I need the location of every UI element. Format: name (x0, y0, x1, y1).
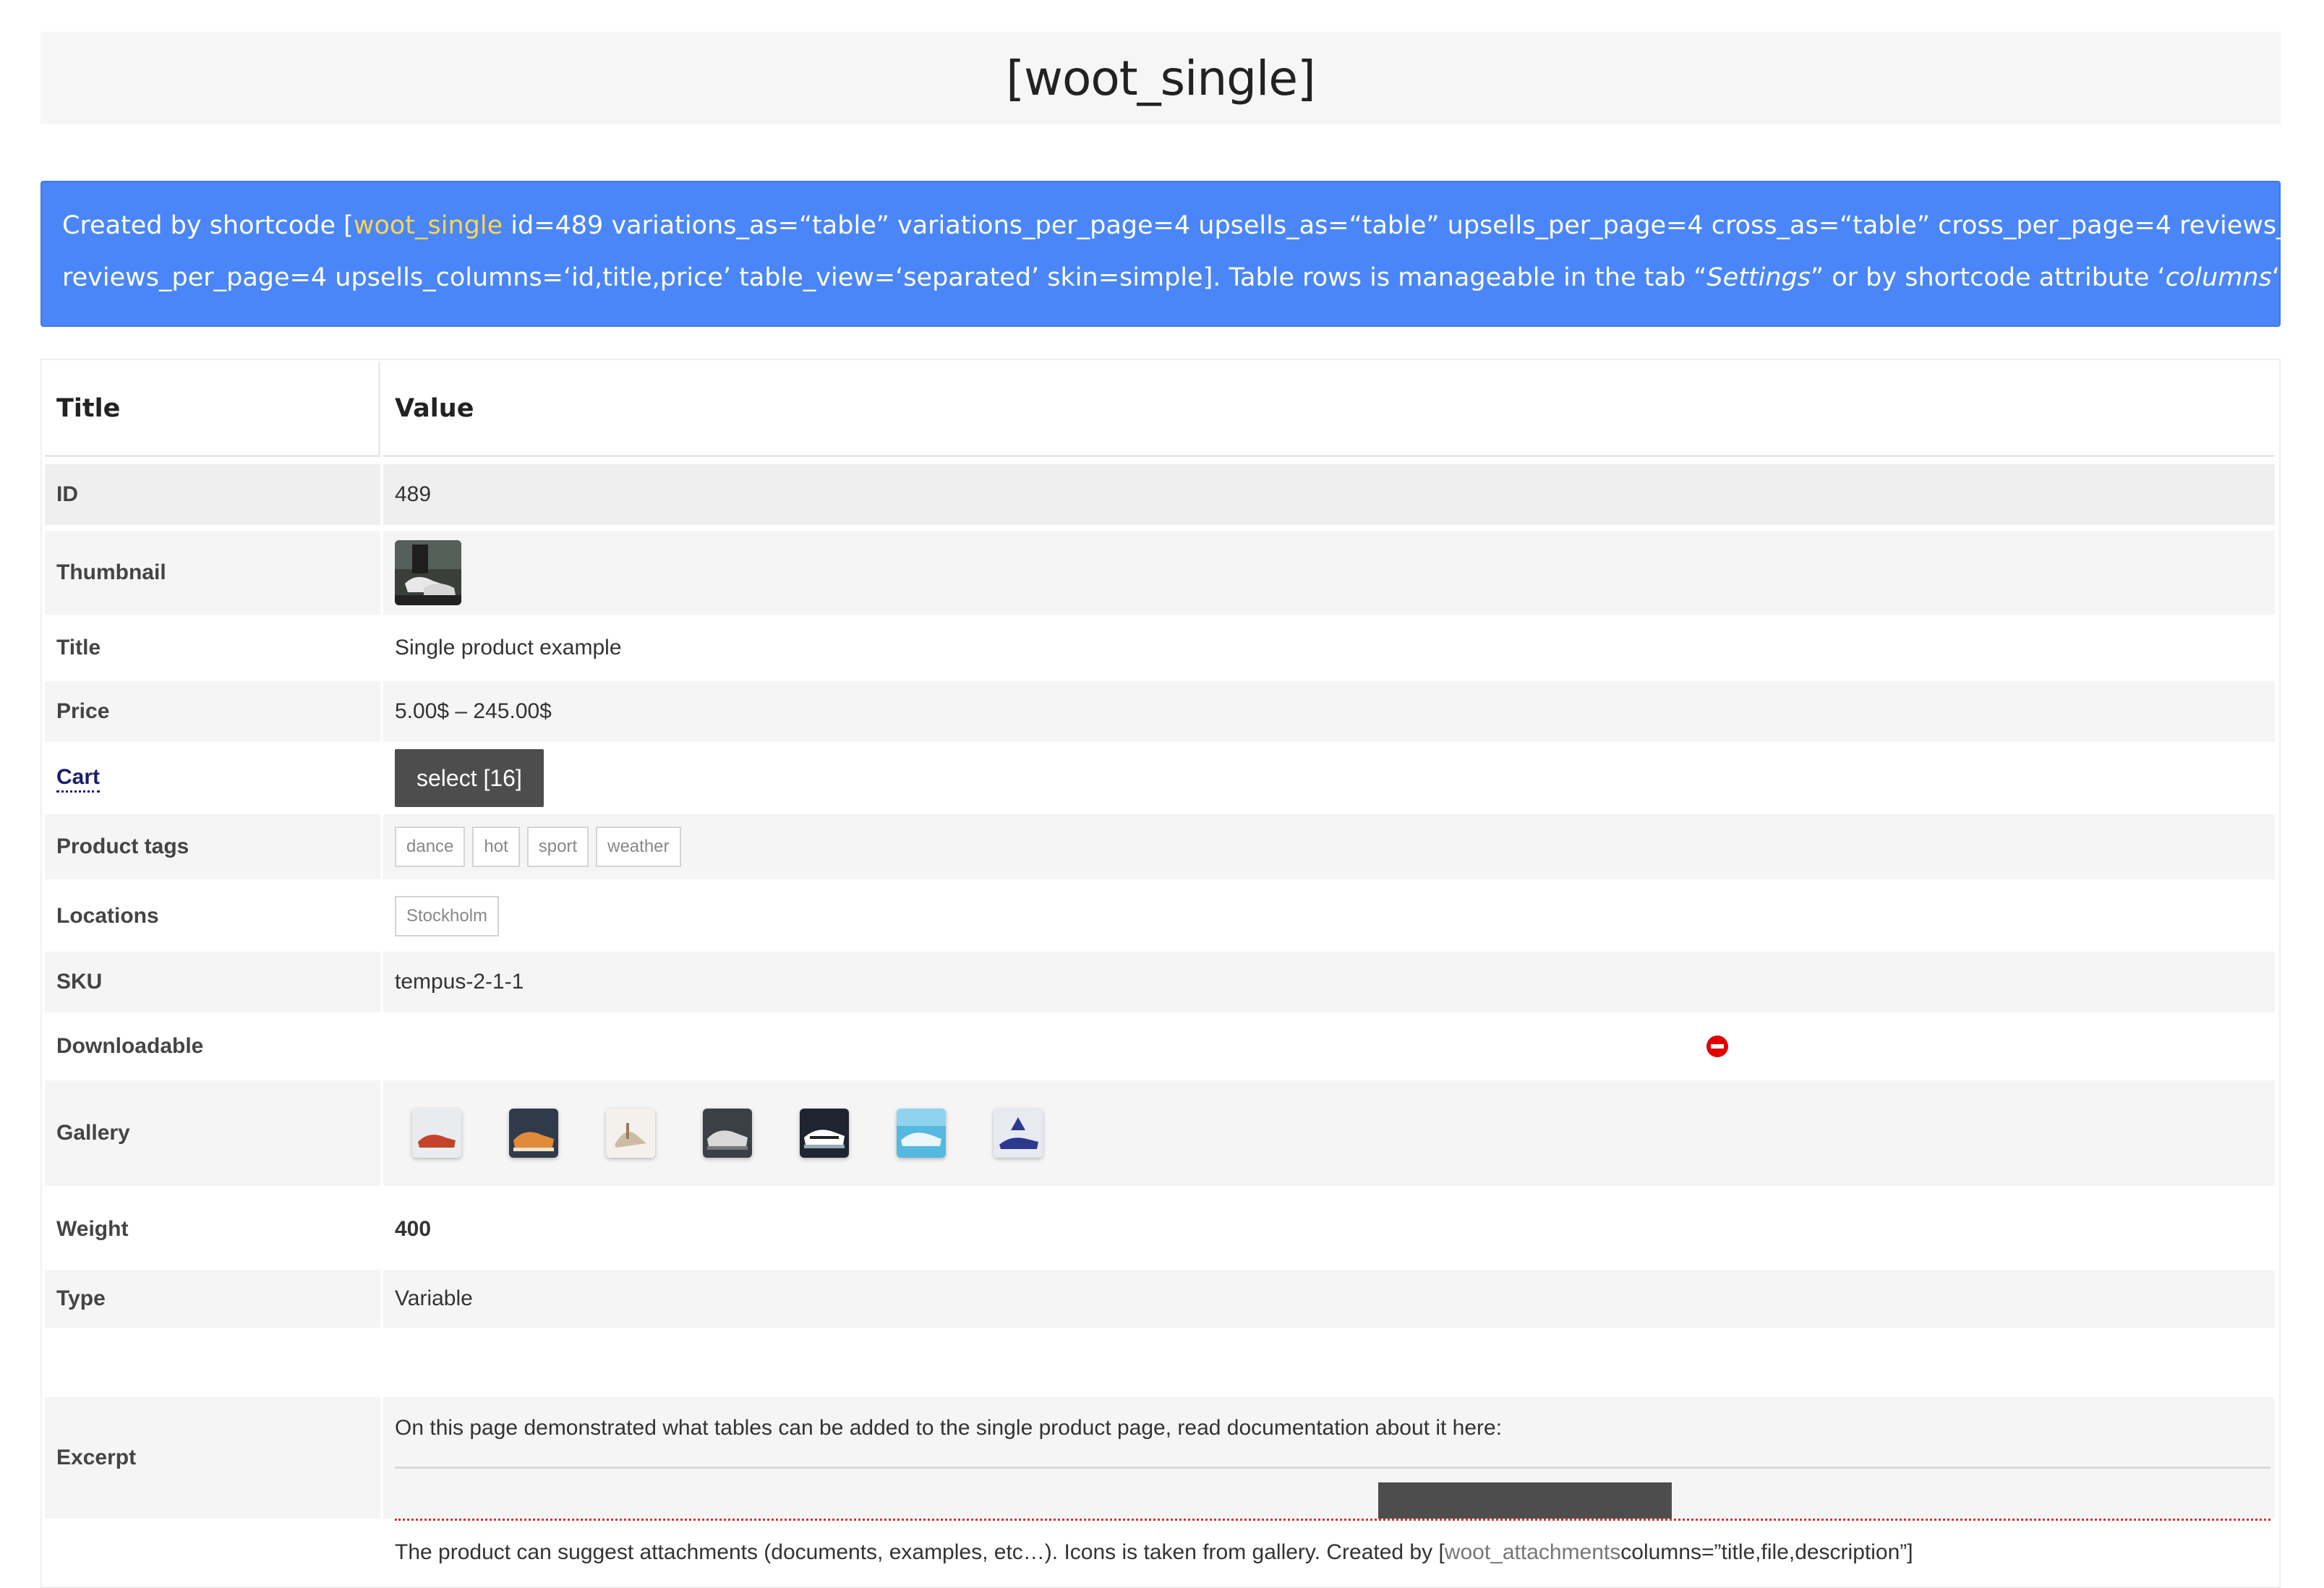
table-row-excerpt: Excerpt On this page demonstrated what t… (45, 1397, 2275, 1521)
page-title-bar: [woot_single] (40, 32, 2281, 124)
row-label: SKU (45, 952, 380, 1012)
page-title: [woot_single] (1006, 50, 1316, 106)
excerpt-text: On this page demonstrated what tables ca… (395, 1416, 1503, 1440)
table-header-row: Title Value (45, 362, 2275, 457)
shortcode-link[interactable]: woot_single (354, 211, 503, 240)
table-row-product-tags: Product tags dance hot sport weather (45, 814, 2275, 879)
table-row-weight: Weight 400 (45, 1192, 2275, 1267)
header-value: Value (383, 362, 2275, 457)
product-single-table: Title Value ID 489 Thumbnail Title Singl… (40, 359, 2281, 1588)
row-label: Content (45, 1521, 380, 1587)
row-label: Locations (56, 904, 159, 928)
gallery-image[interactable] (606, 1109, 655, 1158)
table-row-title: Title Single product example (45, 619, 2275, 677)
row-label: Excerpt (45, 1397, 380, 1519)
table-row-downloadable: Downloadable (45, 1015, 2275, 1077)
table-row-price: Price 5.00$ – 245.00$ (45, 681, 2275, 742)
table-row-id: ID 489 (45, 464, 2275, 525)
sku-value: tempus-2-1-1 (383, 952, 2275, 1012)
row-label: Gallery (45, 1080, 380, 1186)
tag-sport[interactable]: sport (526, 827, 589, 867)
table-row-thumbnail: Thumbnail (45, 531, 2275, 615)
embedded-button[interactable] (1378, 1482, 1672, 1519)
gallery-image[interactable] (703, 1109, 752, 1158)
row-label: Title (56, 636, 101, 659)
gallery-image[interactable] (509, 1109, 558, 1158)
content-value: The product can suggest attachments (doc… (395, 1540, 1913, 1565)
table-row-cart: Cart select [16] (45, 745, 2275, 811)
info-line-2: reviews_per_page=4 upsells_columns=‘id,t… (62, 263, 2280, 292)
table-row-content: Content The product can suggest attachme… (45, 1521, 2275, 1587)
tag-weather[interactable]: weather (596, 827, 681, 867)
select-variations-button[interactable]: select [16] (395, 749, 544, 807)
weight-value: 400 (395, 1217, 432, 1241)
row-label: Weight (56, 1217, 129, 1241)
product-thumbnail-image[interactable] (395, 540, 461, 605)
no-entry-icon (1706, 1036, 1728, 1057)
row-label: Type (45, 1270, 380, 1328)
price-value: 5.00$ – 245.00$ (383, 681, 2275, 742)
table-row-gallery: Gallery (45, 1080, 2275, 1186)
gallery-image[interactable] (800, 1109, 849, 1158)
tag-hot[interactable]: hot (472, 827, 520, 867)
gallery-image[interactable] (897, 1109, 946, 1158)
row-label: ID (45, 464, 380, 525)
table-row-empty (45, 1331, 2275, 1394)
divider (395, 1467, 2270, 1469)
row-label: Price (45, 681, 380, 742)
type-value: Variable (383, 1270, 2275, 1328)
tag-dance[interactable]: dance (395, 827, 466, 867)
location-tag-stockholm[interactable]: Stockholm (395, 896, 500, 936)
row-label: Thumbnail (45, 531, 380, 615)
id-value: 489 (383, 464, 2275, 525)
attachments-shortcode-link[interactable]: woot_attachments (1445, 1540, 1620, 1565)
table-row-sku: SKU tempus-2-1-1 (45, 952, 2275, 1012)
shortcode-info-notice: Created by shortcode [woot_single id=489… (40, 181, 2324, 327)
gallery-image[interactable] (412, 1109, 461, 1158)
row-label: Product tags (45, 814, 380, 879)
info-line-1: Created by shortcode [woot_single id=489… (62, 211, 2324, 240)
title-value: Single product example (395, 636, 622, 659)
gallery-image[interactable] (994, 1109, 1043, 1158)
table-row-type: Type Variable (45, 1270, 2275, 1328)
row-label: Downloadable (56, 1034, 204, 1058)
table-row-locations: Locations Stockholm (45, 884, 2275, 949)
embedded-divider (395, 1519, 2270, 1521)
header-title: Title (45, 362, 380, 457)
cart-label-link[interactable]: Cart (56, 764, 101, 793)
gallery-images (383, 1080, 2275, 1186)
